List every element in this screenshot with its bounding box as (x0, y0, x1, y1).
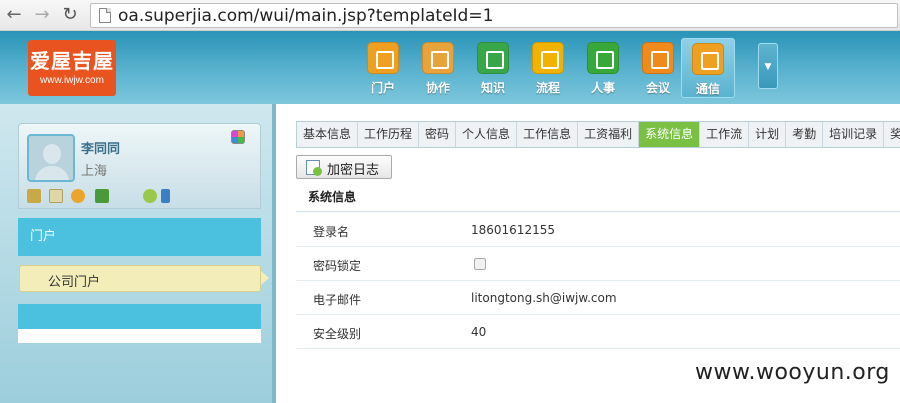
phone-icon (642, 42, 674, 74)
page-icon (99, 8, 111, 23)
security-level-value: 40 (471, 325, 487, 339)
module-comms[interactable]: 通信 (681, 38, 735, 98)
browser-toolbar: ← → ↻ oa.superjia.com/wui/main.jsp?templ… (0, 0, 900, 31)
tab-salary[interactable]: 工资福利 (578, 122, 640, 147)
chat-icon[interactable] (143, 189, 157, 203)
note-icon[interactable] (49, 189, 63, 203)
log-icon (306, 160, 322, 176)
theme-icon[interactable] (231, 130, 245, 144)
section-title: 系统信息 (308, 190, 357, 204)
login-name-value: 18601612155 (471, 223, 555, 237)
reload-icon[interactable]: ↻ (60, 5, 80, 25)
url-text[interactable]: oa.superjia.com/wui/main.jsp?templateId=… (118, 6, 493, 26)
module-label: 门户 (370, 81, 395, 95)
email-value: litongtong.sh@iwjw.com (471, 291, 617, 305)
tab-plan[interactable]: 计划 (749, 122, 787, 147)
sidebar: 李同同 上海 门户 公司门户 (0, 104, 276, 403)
logo-title: 爱屋吉屋 (30, 49, 114, 73)
tab-reward[interactable]: 奖 (884, 122, 900, 147)
book-icon[interactable] (27, 189, 41, 203)
encrypt-log-label: 加密日志 (327, 163, 380, 178)
module-label: 通信 (695, 82, 720, 96)
main-content: 基本信息工作历程密码个人信息工作信息工资福利系统信息工作流计划考勤培训记录奖 加… (276, 104, 900, 403)
module-label: 协作 (425, 81, 450, 95)
user-name[interactable]: 李同同 (81, 138, 120, 157)
tab-personal-info[interactable]: 个人信息 (456, 122, 518, 147)
tab-basic-info[interactable]: 基本信息 (297, 122, 359, 147)
logo-url: www.iwjw.com (40, 75, 104, 86)
server-icon (477, 42, 509, 74)
encrypt-log-button[interactable]: 加密日志 (296, 155, 392, 179)
sidebar-bottom-bar (18, 304, 261, 329)
sidebar-item-portal[interactable]: 门户 (18, 218, 261, 256)
email-label: 电子邮件 (313, 293, 362, 307)
forward-arrow-icon[interactable]: → (32, 5, 52, 25)
module-label: 会议 (645, 81, 670, 95)
id-card-icon (587, 42, 619, 74)
module-label: 知识 (480, 81, 505, 95)
user-city: 上海 (81, 164, 108, 179)
org-chart-icon[interactable] (95, 189, 109, 203)
password-lock-checkbox[interactable] (474, 258, 486, 270)
logo[interactable]: 爱屋吉屋 www.iwjw.com (28, 40, 116, 96)
table-row: 密码锁定 (296, 247, 900, 281)
sidebar-item-company-portal[interactable]: 公司门户 (19, 265, 269, 292)
sidebar-panel-footer (18, 329, 261, 343)
module-workflow[interactable]: 流程 (521, 38, 575, 98)
table-row: 电子邮件 litongtong.sh@iwjw.com (296, 281, 900, 315)
tab-work-info[interactable]: 工作信息 (517, 122, 579, 147)
tab-password[interactable]: 密码 (419, 122, 457, 147)
bar-chart-icon (532, 42, 564, 74)
app-header: 爱屋吉屋 www.iwjw.com 门户 协作 知识 流程 人事 会议 通信 ▼ (0, 31, 900, 104)
tab-workflow[interactable]: 工作流 (700, 122, 750, 147)
module-portal[interactable]: 门户 (356, 38, 410, 98)
profile-card: 李同同 上海 (18, 123, 261, 209)
security-level-label: 安全级别 (313, 327, 362, 341)
avatar[interactable] (27, 134, 75, 182)
tab-bar: 基本信息工作历程密码个人信息工作信息工资福利系统信息工作流计划考勤培训记录奖 (296, 121, 900, 148)
tab-training[interactable]: 培训记录 (823, 122, 885, 147)
module-collab[interactable]: 协作 (411, 38, 465, 98)
more-modules-dropdown[interactable]: ▼ (758, 43, 778, 89)
table-row: 安全级别 40 (296, 315, 900, 349)
tab-system-info[interactable]: 系统信息 (639, 122, 701, 147)
clipboard-icon (422, 42, 454, 74)
section-divider (296, 211, 900, 212)
password-lock-label: 密码锁定 (313, 259, 362, 273)
mobile-icon[interactable] (161, 189, 170, 203)
tab-attendance[interactable]: 考勤 (786, 122, 824, 147)
module-knowledge[interactable]: 知识 (466, 38, 520, 98)
address-bar[interactable]: oa.superjia.com/wui/main.jsp?templateId=… (90, 3, 898, 28)
home-icon (367, 42, 399, 74)
back-arrow-icon[interactable]: ← (4, 5, 24, 25)
mobile-icon (692, 43, 724, 75)
module-hr[interactable]: 人事 (576, 38, 630, 98)
module-label: 人事 (590, 81, 615, 95)
table-row: 登录名 18601612155 (296, 213, 900, 247)
login-name-label: 登录名 (313, 225, 350, 239)
tab-work-history[interactable]: 工作历程 (358, 122, 420, 147)
module-meeting[interactable]: 会议 (631, 38, 685, 98)
watermark: www.wooyun.org (695, 360, 890, 385)
lock-icon[interactable] (71, 189, 85, 203)
module-label: 流程 (535, 81, 560, 95)
system-info-table: 登录名 18601612155 密码锁定 电子邮件 litongtong.sh@… (296, 213, 900, 349)
